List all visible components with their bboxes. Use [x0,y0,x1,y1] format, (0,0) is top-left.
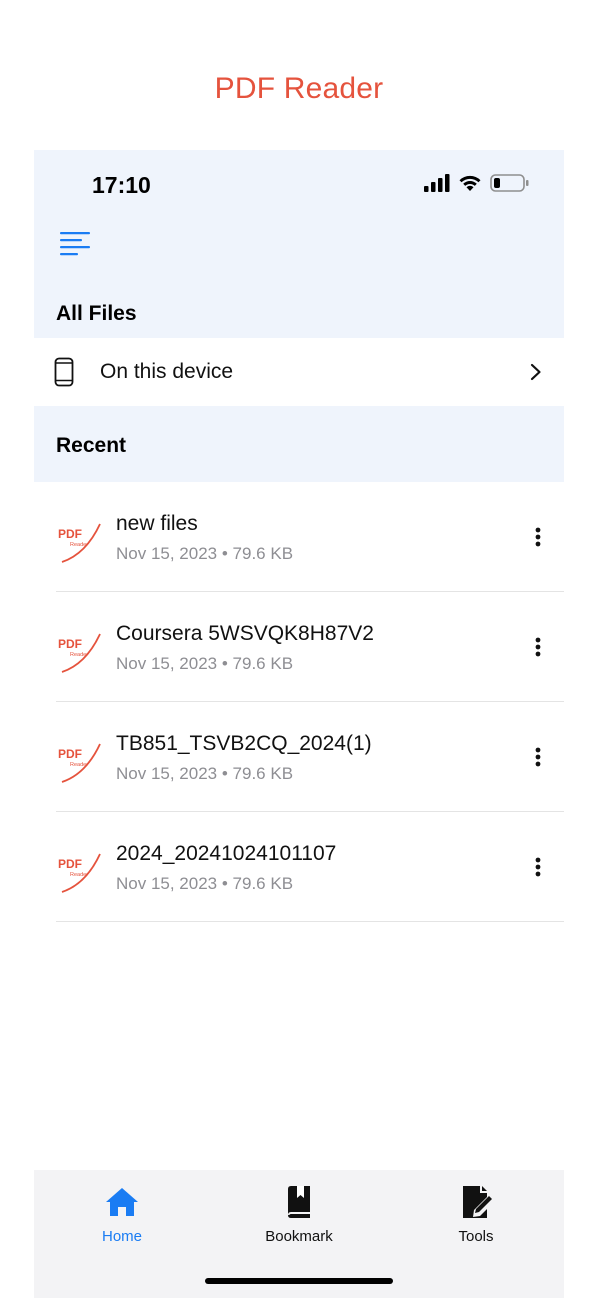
tab-home[interactable]: Home [57,1184,187,1245]
file-date: Nov 15, 2023 [116,874,218,893]
file-size: 79.6 KB [232,764,294,783]
chevron-right-icon [530,363,541,381]
bottom-tab-bar: Home Bookmark Tools [34,1170,564,1298]
phone-icon [54,357,74,387]
file-item-4[interactable]: PDF Reader 2024_20241024101107 Nov 15, 2… [56,812,564,922]
tab-tools-label: Tools [458,1228,494,1245]
svg-text:PDF: PDF [58,527,82,541]
tab-tools[interactable]: Tools [411,1184,541,1245]
edit-document-icon [463,1186,492,1218]
recent-title: Recent [56,434,127,457]
pdf-file-icon: PDF Reader [58,853,101,893]
more-vertical-icon [535,637,541,657]
cellular-signal-icon [424,174,450,192]
status-time: 17:10 [92,172,151,198]
app-title: PDF Reader [214,72,384,105]
menu-button[interactable] [58,228,92,258]
file-meta: Nov 15, 2023 • 79.6 KB [116,654,294,673]
file-more-button[interactable] [526,854,550,880]
more-vertical-icon [535,747,541,767]
file-item-3[interactable]: PDF Reader TB851_TSVB2CQ_2024(1) Nov 15,… [56,702,564,812]
tab-bookmark-label: Bookmark [265,1228,333,1245]
file-meta: Nov 15, 2023 • 79.6 KB [116,874,294,893]
bookmark-book-icon [288,1186,310,1218]
home-indicator [205,1278,393,1284]
pdf-file-icon: PDF Reader [58,633,101,673]
file-meta: Nov 15, 2023 • 79.6 KB [116,544,294,563]
file-name: TB851_TSVB2CQ_2024(1) [116,732,372,755]
pdf-file-icon: PDF Reader [58,743,101,783]
file-date: Nov 15, 2023 [116,544,218,563]
on-this-device-label: On this device [100,360,234,383]
file-size: 79.6 KB [232,544,294,563]
svg-text:PDF: PDF [58,857,82,871]
file-item-2[interactable]: PDF Reader Coursera 5WSVQK8H87V2 Nov 15,… [56,592,564,702]
recent-section: Recent [34,406,564,482]
file-name: Coursera 5WSVQK8H87V2 [116,622,374,645]
svg-text:PDF: PDF [58,747,82,761]
file-date: Nov 15, 2023 [116,654,218,673]
header-area: 17:10 All Files [34,150,564,338]
all-files-title: All Files [56,302,137,325]
home-icon [106,1188,138,1216]
status-icons [424,174,530,192]
file-more-button[interactable] [526,744,550,770]
file-name: 2024_20241024101107 [116,842,337,865]
svg-text:PDF: PDF [58,637,82,651]
tab-bookmark[interactable]: Bookmark [234,1184,364,1245]
file-more-button[interactable] [526,524,550,550]
wifi-icon [459,175,481,191]
menu-lines-icon [60,232,90,256]
file-meta: Nov 15, 2023 • 79.6 KB [116,764,294,783]
battery-icon [490,174,529,192]
file-date: Nov 15, 2023 [116,764,218,783]
on-this-device-row[interactable]: On this device [34,338,564,406]
recent-file-list: PDF Reader new files Nov 15, 2023 • 79.6… [34,482,564,922]
file-size: 79.6 KB [232,654,294,673]
file-name: new files [116,512,198,535]
more-vertical-icon [535,857,541,877]
file-size: 79.6 KB [232,874,294,893]
tab-home-label: Home [101,1228,142,1245]
file-more-button[interactable] [526,634,550,660]
file-item-1[interactable]: PDF Reader new files Nov 15, 2023 • 79.6… [56,482,564,592]
phone-screen: 17:10 All Files On this device Recent PD… [34,150,564,1298]
pdf-file-icon: PDF Reader [58,523,101,563]
more-vertical-icon [535,527,541,547]
